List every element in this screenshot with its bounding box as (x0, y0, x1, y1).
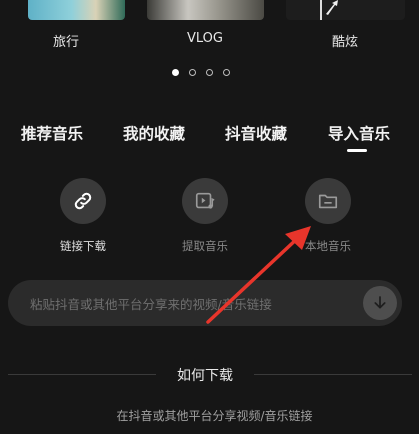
download-arrow-icon (374, 296, 386, 309)
pagination-dot[interactable] (189, 69, 196, 76)
extract-music-label: 提取音乐 (182, 239, 228, 253)
link-input[interactable] (28, 280, 352, 328)
link-icon (74, 192, 92, 210)
extract-music-icon-circle[interactable] (182, 178, 228, 224)
folder-icon-circle[interactable] (305, 178, 351, 224)
divider-left (8, 374, 156, 375)
template-strip: 旅行 VLOG 酷炫 (0, 0, 419, 60)
divider-right (254, 374, 412, 375)
tab-my-favorites[interactable]: 我的收藏 (123, 122, 185, 144)
tab-douyin-favorites[interactable]: 抖音收藏 (225, 122, 287, 144)
folder-icon (318, 194, 338, 209)
extract-music-icon (195, 192, 215, 209)
road-sign-icon (320, 0, 338, 20)
how-to-download-title: 如何下载 (177, 368, 233, 384)
link-download-label: 链接下载 (60, 239, 106, 253)
pagination-dot[interactable] (206, 69, 213, 76)
local-music-label: 本地音乐 (305, 239, 351, 253)
template-thumbnail-vlog[interactable] (147, 0, 264, 20)
extract-music-button[interactable]: 提取音乐 (155, 178, 255, 254)
link-input-bar (8, 280, 402, 328)
active-tab-indicator (347, 149, 367, 152)
local-music-button[interactable]: 本地音乐 (278, 178, 378, 254)
pagination-dot[interactable] (223, 69, 230, 76)
download-button[interactable] (363, 286, 397, 320)
how-to-download-description: 在抖音或其他平台分享视频/音乐链接 (116, 409, 313, 423)
template-thumbnail-travel[interactable] (28, 0, 125, 20)
music-source-tabs: 推荐音乐 我的收藏 抖音收藏 导入音乐 (0, 122, 419, 152)
template-label-vlog: VLOG (187, 31, 223, 46)
tab-recommended-music[interactable]: 推荐音乐 (21, 122, 83, 144)
link-icon-circle[interactable] (60, 178, 106, 224)
template-label-cool: 酷炫 (331, 35, 358, 50)
template-label-travel: 旅行 (52, 35, 79, 50)
carousel-pagination (170, 67, 240, 79)
tab-import-music[interactable]: 导入音乐 (328, 122, 390, 144)
link-download-button[interactable]: 链接下载 (33, 178, 133, 254)
template-thumbnail-cool[interactable] (286, 0, 405, 20)
pagination-dot-active[interactable] (172, 69, 179, 76)
